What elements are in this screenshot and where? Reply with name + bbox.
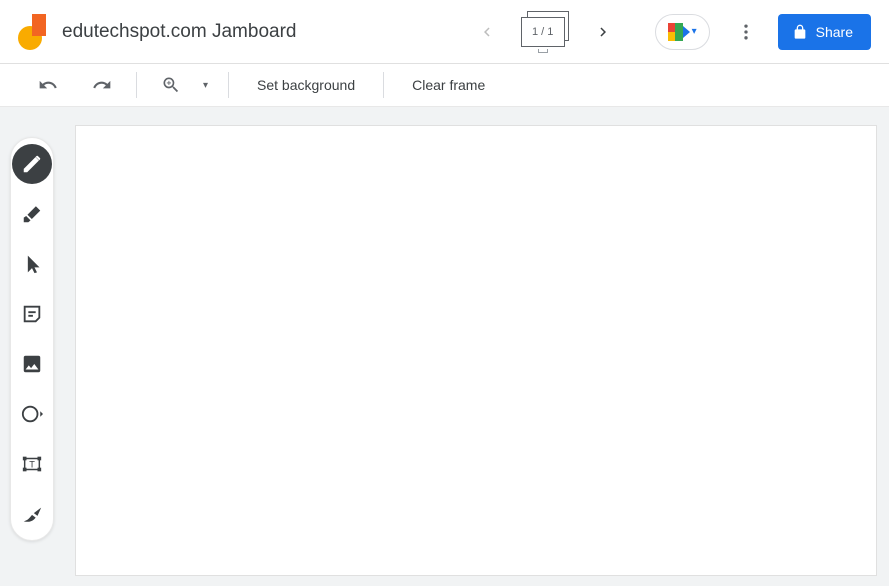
more-vert-icon: [736, 22, 756, 42]
zoom-control[interactable]: ▾: [151, 69, 214, 101]
share-label: Share: [816, 24, 853, 40]
pen-icon: [21, 153, 43, 175]
redo-button[interactable]: [82, 69, 122, 101]
clear-frame-button[interactable]: Clear frame: [398, 69, 499, 101]
drawing-canvas[interactable]: [75, 125, 877, 576]
app-header: edutechspot.com Jamboard 1 / 1 ▾ Share: [0, 0, 889, 64]
google-meet-button[interactable]: ▾: [655, 14, 710, 50]
cursor-icon: [22, 254, 42, 274]
sticky-note-icon: [21, 303, 43, 325]
image-icon: [21, 353, 43, 375]
frame-indicator[interactable]: 1 / 1: [521, 15, 569, 49]
select-tool[interactable]: [12, 244, 52, 284]
chevron-right-icon: [594, 23, 612, 41]
laser-icon: [21, 503, 43, 525]
svg-text:T: T: [29, 460, 35, 470]
redo-icon: [92, 75, 112, 95]
jamboard-logo-icon: [18, 14, 46, 50]
textbox-icon: T: [21, 453, 43, 475]
circle-icon: [20, 403, 44, 425]
document-title[interactable]: edutechspot.com Jamboard: [62, 21, 296, 43]
shape-tool[interactable]: [12, 394, 52, 434]
prev-frame-button[interactable]: [471, 16, 503, 48]
separator: [228, 72, 229, 98]
lock-icon: [792, 24, 808, 40]
tool-palette: T: [10, 137, 54, 541]
laser-tool[interactable]: [12, 494, 52, 534]
zoom-in-icon: [161, 75, 181, 95]
pen-tool[interactable]: [12, 144, 52, 184]
workspace: T: [0, 107, 889, 586]
google-meet-icon: [668, 23, 690, 41]
secondary-toolbar: ▾ Set background Clear frame: [0, 64, 889, 107]
eraser-tool[interactable]: [12, 194, 52, 234]
zoom-button[interactable]: [151, 69, 191, 101]
sticky-note-tool[interactable]: [12, 294, 52, 334]
undo-button[interactable]: [28, 69, 68, 101]
set-background-button[interactable]: Set background: [243, 69, 369, 101]
chevron-left-icon: [478, 23, 496, 41]
frame-count: 1 / 1: [532, 26, 553, 38]
chevron-down-icon: ▾: [692, 26, 697, 37]
share-button[interactable]: Share: [778, 14, 871, 50]
textbox-tool[interactable]: T: [12, 444, 52, 484]
eraser-icon: [21, 203, 43, 225]
more-options-button[interactable]: [728, 14, 764, 50]
chevron-down-icon: ▾: [197, 80, 214, 91]
image-tool[interactable]: [12, 344, 52, 384]
separator: [383, 72, 384, 98]
next-frame-button[interactable]: [587, 16, 619, 48]
separator: [136, 72, 137, 98]
undo-icon: [38, 75, 58, 95]
frame-navigator: 1 / 1: [471, 15, 619, 49]
